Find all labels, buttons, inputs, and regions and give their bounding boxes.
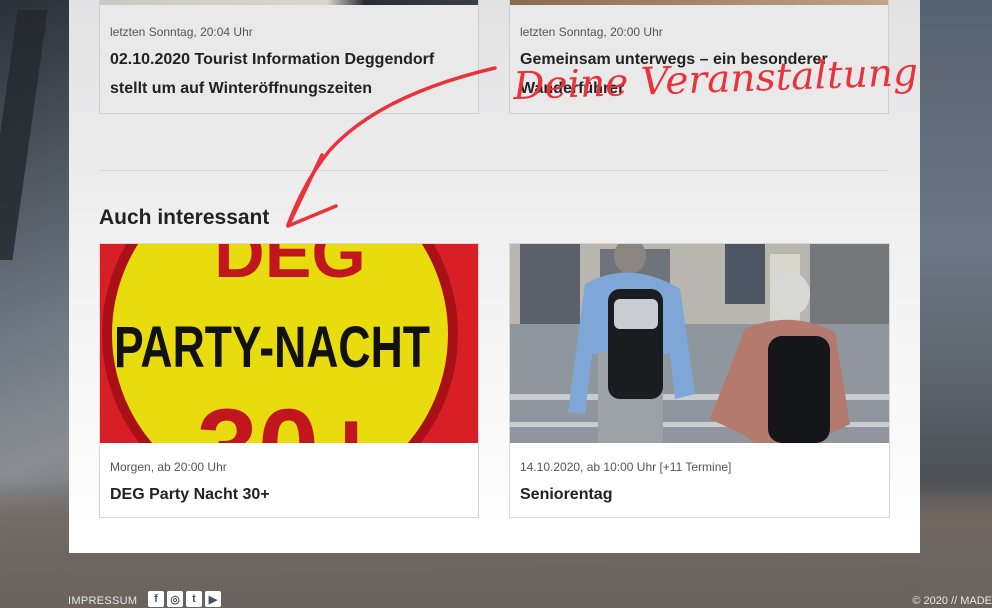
party-poster: DEG PARTY-NACHT 30+ xyxy=(102,244,458,443)
poster-text-deg: DEG xyxy=(214,244,366,292)
card-thumbnail xyxy=(100,0,478,5)
card-title[interactable]: Gemeinsam unterwegs – ein besonderer Wan… xyxy=(520,45,874,103)
copyright: © 2020 // MADE xyxy=(912,595,992,607)
event-card-seniorentag[interactable]: 14.10.2020, ab 10:00 Uhr [+11 Termine] S… xyxy=(509,243,890,518)
event-title[interactable]: Seniorentag xyxy=(520,480,875,509)
facebook-icon[interactable]: f xyxy=(148,591,164,607)
section-heading: Auch interessant xyxy=(99,206,270,229)
card-thumbnail xyxy=(510,0,888,5)
event-title[interactable]: DEG Party Nacht 30+ xyxy=(110,480,464,509)
news-card-tourist-info[interactable]: letzten Sonntag, 20:04 Uhr 02.10.2020 To… xyxy=(99,0,479,114)
instagram-icon[interactable]: ◎ xyxy=(167,591,183,607)
poster-text-party-nacht: PARTY-NACHT xyxy=(114,315,430,380)
twitter-icon[interactable]: t xyxy=(186,591,202,607)
card-date: letzten Sonntag, 20:00 Uhr xyxy=(520,25,663,39)
event-image-seniors[interactable] xyxy=(510,244,889,443)
card-date: letzten Sonntag, 20:04 Uhr xyxy=(110,25,253,39)
event-card-party-nacht[interactable]: DEG PARTY-NACHT 30+ Morgen, ab 20:00 Uhr… xyxy=(99,243,479,518)
seniors-photo xyxy=(510,244,889,443)
event-date: Morgen, ab 20:00 Uhr xyxy=(110,460,227,474)
card-title[interactable]: 02.10.2020 Tourist Information Deggendor… xyxy=(110,45,464,103)
social-links: f ◎ t ▶ xyxy=(148,591,221,607)
youtube-icon[interactable]: ▶ xyxy=(205,591,221,607)
section-divider xyxy=(99,170,889,171)
news-card-wanderfuehrer[interactable]: letzten Sonntag, 20:00 Uhr Gemeinsam unt… xyxy=(509,0,889,114)
event-image-party[interactable]: DEG PARTY-NACHT 30+ xyxy=(100,244,478,443)
event-date: 14.10.2020, ab 10:00 Uhr [+11 Termine] xyxy=(520,460,732,474)
poster-text-30plus: 30+ xyxy=(197,387,384,443)
impressum-link[interactable]: IMPRESSUM xyxy=(68,595,137,607)
